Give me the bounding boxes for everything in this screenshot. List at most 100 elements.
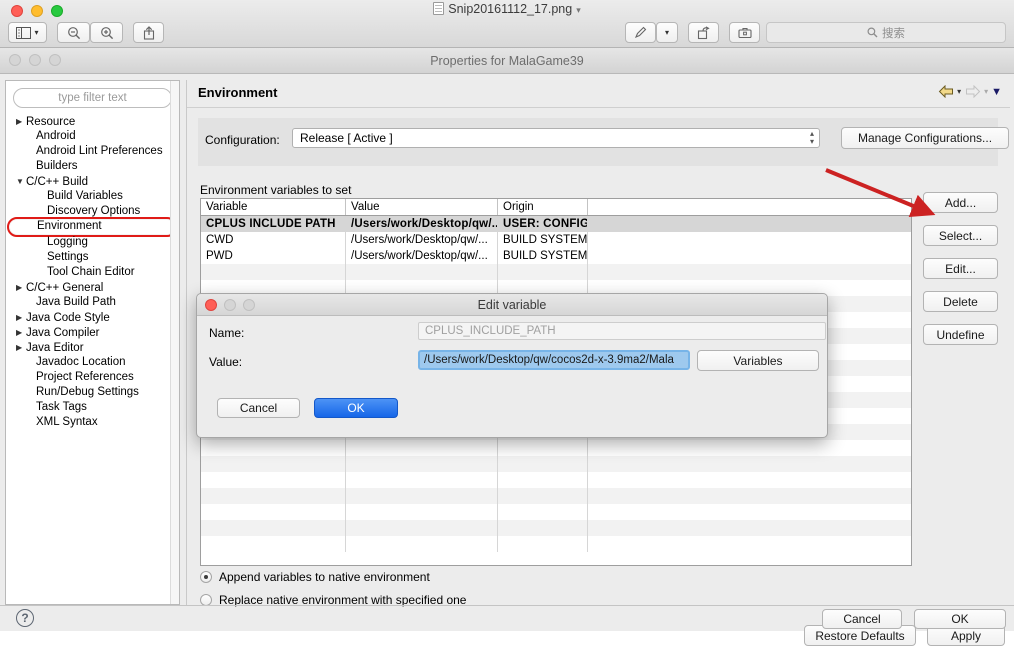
select-button[interactable]: Select... xyxy=(923,225,998,246)
edit-ok-button[interactable]: OK xyxy=(314,398,398,418)
rotate-button[interactable] xyxy=(688,22,719,43)
sidebar-item-java-code-style[interactable]: ▶ Java Code Style xyxy=(6,310,179,325)
table-cell-origin: USER: CONFIG xyxy=(498,216,588,232)
sidebar-item-label: Task Tags xyxy=(36,401,87,413)
table-column-header[interactable]: Variable xyxy=(201,199,346,215)
delete-button[interactable]: Delete xyxy=(923,291,998,312)
maximize-button[interactable] xyxy=(49,54,61,66)
sidebar-item-c-c-build[interactable]: ▼ C/C++ Build xyxy=(6,174,179,189)
edit-button[interactable]: Edit... xyxy=(923,258,998,279)
sidebar-item-label: Android xyxy=(36,130,76,142)
markup-options-button[interactable]: ▾ xyxy=(656,22,678,43)
maximize-button xyxy=(243,299,255,311)
ok-button[interactable]: OK xyxy=(914,609,1006,629)
sidebar-item-xml-syntax[interactable]: XML Syntax xyxy=(6,415,179,430)
back-menu-chevron-down-icon[interactable]: ▾ xyxy=(957,87,961,96)
back-arrow-icon[interactable] xyxy=(937,84,954,99)
sidebar-item-java-compiler[interactable]: ▶ Java Compiler xyxy=(6,325,179,340)
properties-traffic-lights xyxy=(9,54,61,66)
twisty-icon[interactable]: ▶ xyxy=(16,114,26,129)
table-cell-origin: BUILD SYSTEM xyxy=(498,248,588,264)
sidebar-item-label: Environment xyxy=(37,220,102,232)
sidebar-item-java-build-path[interactable]: Java Build Path xyxy=(6,295,179,310)
sidebar-item-label: Tool Chain Editor xyxy=(47,266,135,278)
help-icon[interactable]: ? xyxy=(16,609,34,627)
properties-window-title: Properties for MalaGame39 xyxy=(430,54,584,68)
table-row-empty xyxy=(201,536,911,552)
sidebar-item-javadoc-location[interactable]: Javadoc Location xyxy=(6,355,179,370)
zoom-in-button[interactable] xyxy=(90,22,123,43)
sidebar-item-resource[interactable]: ▶ Resource xyxy=(6,114,179,129)
table-column-header[interactable]: Origin xyxy=(498,199,588,215)
sidebar-item-c-c-general[interactable]: ▶ C/C++ General xyxy=(6,280,179,295)
sidebar-item-label: Javadoc Location xyxy=(36,356,126,368)
table-column-header[interactable] xyxy=(588,199,910,215)
close-button[interactable] xyxy=(205,299,217,311)
variables-button[interactable]: Variables xyxy=(697,350,819,371)
minimize-button[interactable] xyxy=(29,54,41,66)
sidebar-item-label: Java Compiler xyxy=(26,327,100,339)
sidebar-item-builders[interactable]: Builders xyxy=(6,159,179,174)
undefine-button[interactable]: Undefine xyxy=(923,324,998,345)
forward-menu-chevron-down-icon: ▾ xyxy=(984,87,989,96)
chevron-down-icon[interactable]: ▾ xyxy=(576,5,581,15)
zoom-out-button[interactable] xyxy=(57,22,90,43)
search-input[interactable]: 搜索 xyxy=(766,22,1006,43)
sidebar-item-build-variables[interactable]: Build Variables xyxy=(6,189,179,204)
name-label: Name: xyxy=(209,326,245,340)
zoom-in-icon xyxy=(100,26,113,39)
sidebar-item-android[interactable]: Android xyxy=(6,129,179,144)
filter-placeholder: type filter text xyxy=(58,92,127,104)
sidebar-item-label: Java Code Style xyxy=(26,312,110,324)
share-button[interactable] xyxy=(133,22,164,43)
sidebar-item-run-debug-settings[interactable]: Run/Debug Settings xyxy=(6,385,179,400)
table-cell-extra xyxy=(588,248,910,264)
sidebar-icon xyxy=(16,26,32,39)
name-placeholder: CPLUS_INCLUDE_PATH xyxy=(425,325,556,337)
tree-scrollbar[interactable] xyxy=(170,81,179,604)
manage-configurations-button[interactable]: Manage Configurations... xyxy=(841,127,1009,149)
cancel-button[interactable]: Cancel xyxy=(822,609,902,629)
table-row[interactable]: CWD/Users/work/Desktop/qw/... BUILD SYSTE… xyxy=(201,232,911,248)
table-row-empty xyxy=(201,440,911,456)
table-column-header[interactable]: Value xyxy=(346,199,498,215)
table-cell-extra xyxy=(588,232,910,248)
sidebar-item-label: Settings xyxy=(47,251,89,263)
twisty-icon[interactable]: ▶ xyxy=(16,310,26,325)
view-menu-chevron-down-icon[interactable]: ▼ xyxy=(991,86,1002,98)
sidebar-item-label: Java Editor xyxy=(26,342,84,354)
sidebar-item-tool-chain-editor[interactable]: Tool Chain Editor xyxy=(6,265,179,280)
name-input[interactable]: CPLUS_INCLUDE_PATH xyxy=(418,322,826,340)
sidebar-view-button[interactable]: ▾ xyxy=(8,22,47,43)
filter-input[interactable]: type filter text xyxy=(13,88,172,108)
table-row[interactable]: CPLUS INCLUDE PATH/Users/work/Desktop/qw… xyxy=(201,216,911,232)
sidebar-item-logging[interactable]: Logging xyxy=(6,235,179,250)
sidebar-item-task-tags[interactable]: Task Tags xyxy=(6,400,179,415)
twisty-icon[interactable]: ▼ xyxy=(16,174,26,189)
close-button[interactable] xyxy=(9,54,21,66)
stepper-icon: ▴ ▾ xyxy=(809,129,814,146)
sidebar-item-discovery-options[interactable]: Discovery Options xyxy=(6,204,179,219)
twisty-icon[interactable]: ▶ xyxy=(16,325,26,340)
pen-icon xyxy=(634,26,647,39)
chevron-down-icon[interactable]: ▾ xyxy=(34,28,38,37)
toolkit-button[interactable] xyxy=(729,22,760,43)
sidebar-item-android-lint-preferences[interactable]: Android Lint Preferences xyxy=(6,144,179,159)
sidebar-item-label: C/C++ Build xyxy=(26,176,89,188)
twisty-icon[interactable]: ▶ xyxy=(16,340,26,355)
sidebar-item-java-editor[interactable]: ▶ Java Editor xyxy=(6,340,179,355)
add-button[interactable]: Add... xyxy=(923,192,998,213)
sidebar-item-environment[interactable]: Environment xyxy=(7,217,177,237)
search-icon xyxy=(867,27,878,38)
markup-button[interactable] xyxy=(625,22,656,43)
edit-cancel-button[interactable]: Cancel xyxy=(217,398,300,418)
twisty-icon[interactable]: ▶ xyxy=(16,280,26,295)
document-title[interactable]: Snip20161112_17.png ▾ xyxy=(0,2,1014,16)
configuration-select[interactable]: Release [ Active ] ▴ ▾ xyxy=(292,128,820,148)
radio-append-variables[interactable]: Append variables to native environment xyxy=(200,570,430,584)
table-row[interactable]: PWD/Users/work/Desktop/qw/... BUILD SYSTE… xyxy=(201,248,911,264)
sidebar-item-settings[interactable]: Settings xyxy=(6,250,179,265)
value-input[interactable]: /Users/work/Desktop/qw/cocos2d-x-3.9ma2/… xyxy=(418,350,690,370)
sidebar-item-project-references[interactable]: Project References xyxy=(6,370,179,385)
sidebar-item-label: Project References xyxy=(36,371,134,383)
